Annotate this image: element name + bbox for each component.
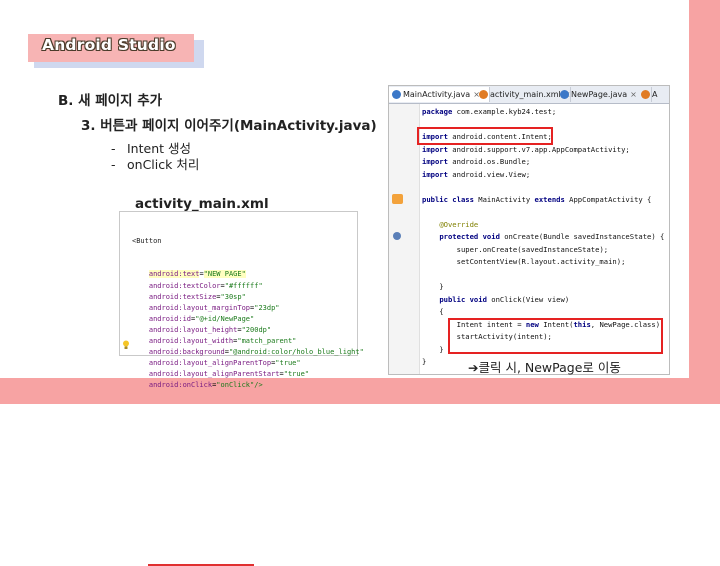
xml-file-icon — [641, 90, 650, 99]
xml-attribute-key: android:textColor — [148, 281, 221, 290]
right-accent-bar — [689, 0, 720, 404]
xml-attribute-key: android:layout_width — [148, 337, 234, 346]
bullet-item: - onClick 처리 — [111, 154, 199, 173]
section-heading-3: 3. 버튼과 페이지 이어주기(MainActivity.java) — [81, 118, 377, 134]
xml-attribute-line: android:layout_height="200dp" — [132, 325, 364, 336]
override-gutter-icon — [393, 232, 401, 240]
xml-attribute-value: "match_parent" — [237, 337, 297, 346]
xml-attribute-value: "@+id/NewPage" — [195, 314, 255, 323]
xml-attribute-line: android:text="NEW PAGE" — [132, 269, 364, 280]
code-line: import android.os.Bundle; — [422, 157, 531, 166]
intent-highlight-box — [448, 318, 663, 354]
tab-label: A — [652, 90, 658, 99]
xml-attribute-key: android:layout_marginTop — [148, 303, 251, 312]
xml-attribute-line: android:layout_alignParentTop="true" — [132, 358, 364, 369]
code-line: protected void onCreate(Bundle savedInst… — [439, 232, 665, 241]
xml-attribute-line: android:layout_alignParentStart="true" — [132, 369, 364, 380]
java-file-icon — [560, 90, 569, 99]
xml-attribute-line: android:layout_width="match_parent" — [132, 336, 364, 347]
xml-start-tag: <Button — [132, 237, 162, 246]
xml-attribute-line: android:onClick="onClick"/> — [132, 380, 364, 391]
xml-attribute-value: "NEW PAGE" — [203, 270, 246, 279]
code-line: import android.support.v7.app.AppCompatA… — [422, 144, 630, 154]
section-heading-b: B. 새 페이지 추가 — [58, 93, 163, 109]
xml-attribute-value: "#ffffff" — [224, 281, 263, 290]
code-line: package com.example.kyb24.test; — [422, 107, 557, 116]
xml-attribute-line: android:background="@android:color/holo_… — [132, 347, 364, 358]
code-line: setContentView(R.layout.activity_main); — [456, 257, 626, 266]
xml-code-panel: <Button android:text="NEW PAGE" android:… — [119, 211, 364, 566]
caption: ➔클릭 시, NewPage로 이동 — [468, 360, 621, 375]
xml-attribute-line: android:layout_marginTop="23dp" — [132, 303, 364, 314]
tab-mainactivity-java[interactable]: MainActivity.java × — [389, 87, 490, 102]
xml-attribute-value: "onClick"/> — [216, 381, 263, 390]
lightbulb-icon[interactable] — [122, 340, 130, 350]
xml-attribute-key: android:layout_alignParentStart — [148, 370, 280, 379]
xml-attribute-key: android:id — [148, 314, 192, 323]
editor-tab-bar: MainActivity.java× activity_main.xml × Ne… — [389, 86, 669, 104]
xml-attribute-key: android:layout_height — [148, 325, 238, 334]
xml-attribute-value: "true" — [283, 370, 310, 379]
code-line: } — [422, 282, 444, 291]
bullet-text: onClick 처리 — [127, 157, 200, 172]
tab-label: NewPage.java — [571, 90, 628, 99]
import-highlight-box — [417, 127, 553, 145]
xml-attribute-key: android:text — [148, 270, 200, 279]
xml-attribute-line: android:textColor="#ffffff" — [132, 281, 364, 292]
xml-file-icon — [479, 90, 488, 99]
tab-label: MainActivity.java — [403, 90, 471, 99]
code-line: public void onClick(View view) — [439, 294, 570, 304]
code-line: super.onCreate(savedInstanceState); — [456, 244, 609, 254]
bullet-marker: - — [111, 157, 116, 172]
xml-section-title: activity_main.xml — [135, 196, 269, 212]
xml-attribute-line: android:id="@+id/NewPage" — [132, 314, 364, 325]
code-line: public class MainActivity extends AppCom… — [422, 194, 652, 204]
code-line: import android.view.View; — [422, 169, 531, 179]
xml-attribute-key: android:background — [148, 348, 225, 357]
close-icon[interactable]: × — [630, 90, 637, 99]
xml-attribute-value: "@android:color/holo_blue_light" — [228, 348, 364, 357]
slide-title: Android Studio — [42, 36, 176, 54]
xml-attribute-value: "30sp" — [220, 292, 246, 301]
xml-attribute-key: android:onClick — [148, 381, 213, 390]
tab-overflow[interactable]: A — [638, 87, 669, 102]
xml-attribute-value: "23dp" — [254, 303, 280, 312]
java-file-icon — [392, 90, 401, 99]
code-line: { — [422, 307, 444, 316]
xml-attribute-key: android:layout_alignParentTop — [148, 359, 272, 368]
xml-attribute-line: android:textSize="30sp" — [132, 292, 364, 303]
xml-code: <Button android:text="NEW PAGE" android:… — [132, 214, 364, 414]
xml-attribute-value: "true" — [275, 359, 301, 368]
xml-attribute-value: "200dp" — [241, 325, 272, 334]
xml-attribute-key: android:textSize — [148, 292, 217, 301]
tab-label: activity_main.xml — [490, 90, 561, 99]
class-gutter-icon — [392, 194, 403, 204]
code-line: @Override — [439, 219, 479, 229]
